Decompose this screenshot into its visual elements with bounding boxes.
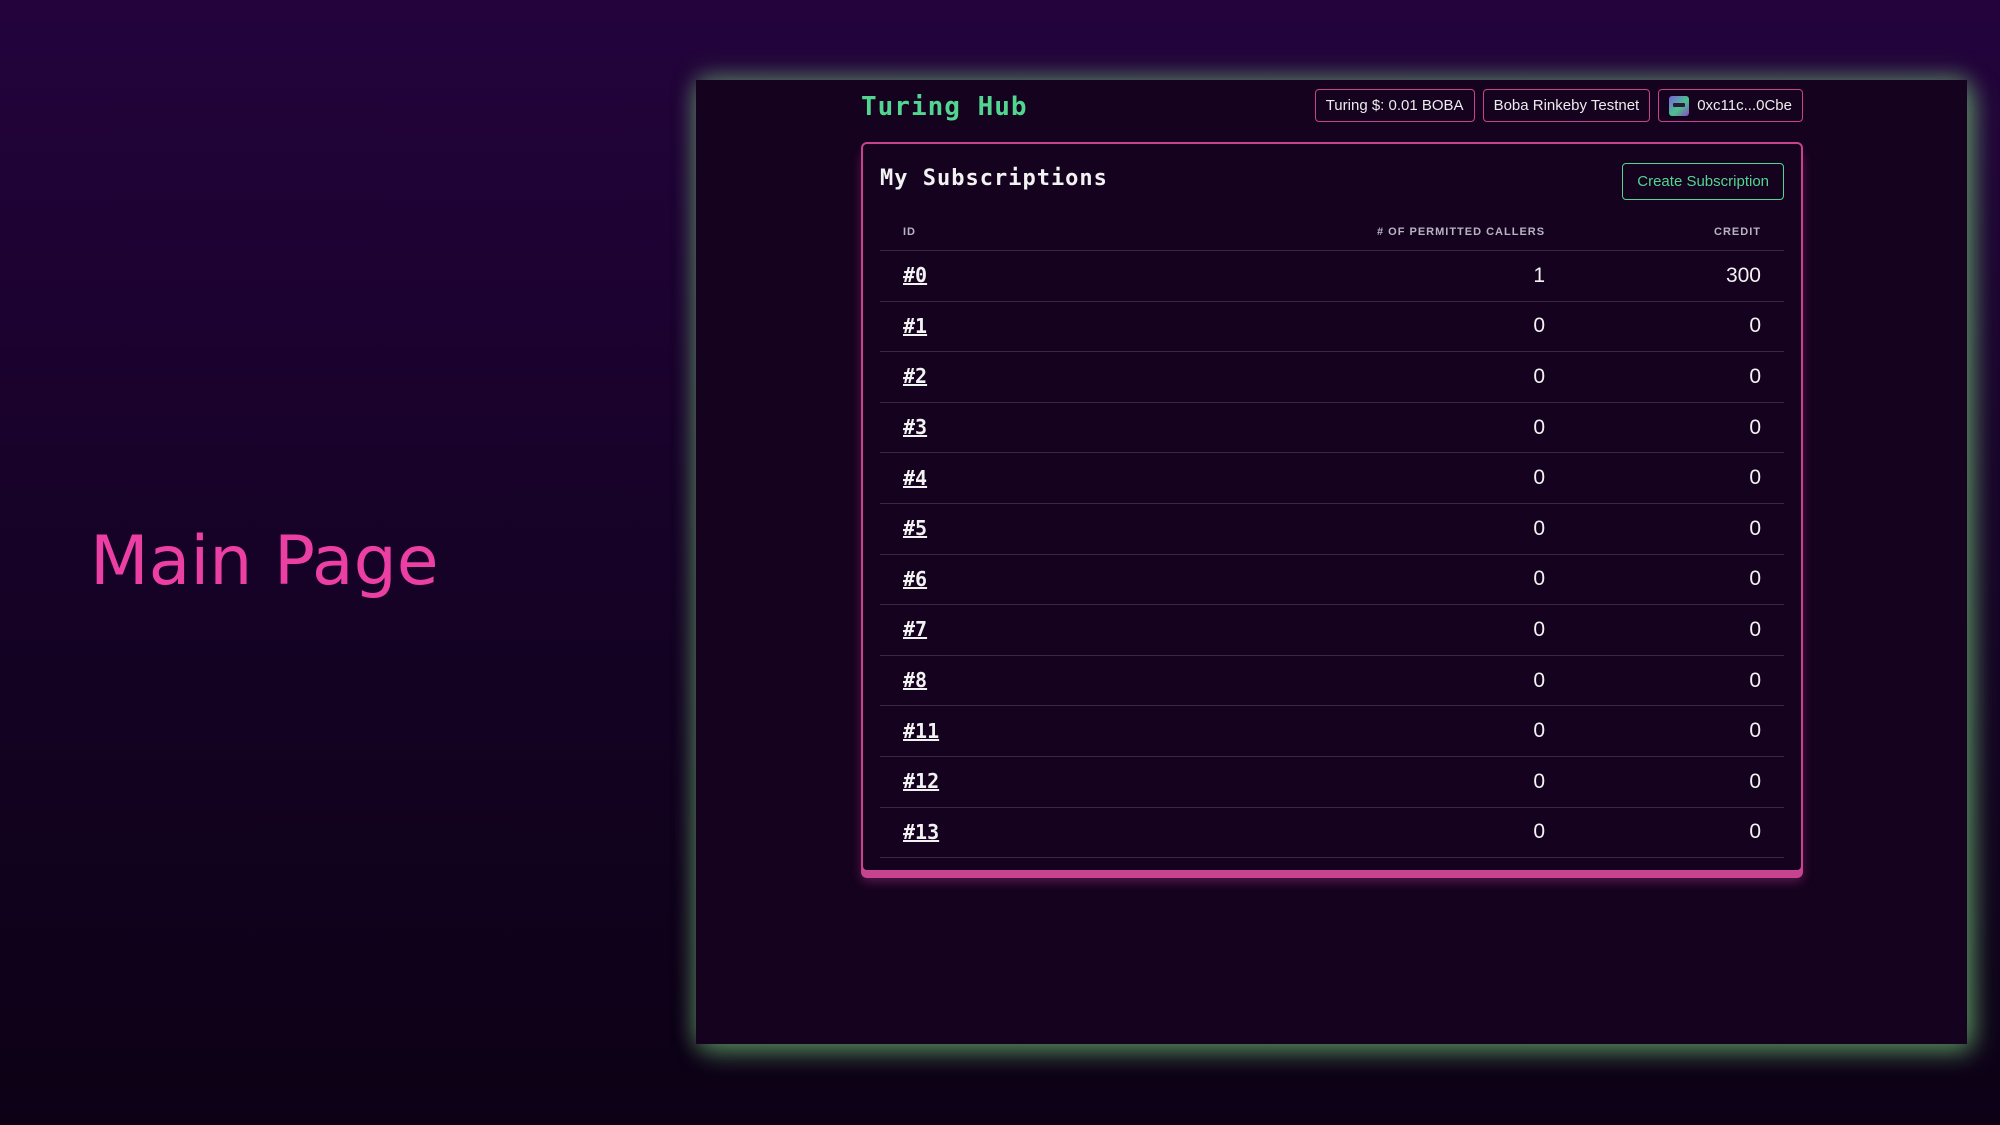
cell-permitted-callers: 0 — [1070, 351, 1569, 403]
table-row: #0 1 300 — [880, 250, 1784, 302]
cell-id: #1 — [880, 301, 1071, 353]
table-row: #1 0 0 — [880, 301, 1784, 353]
subscriptions-table: ID # OF PERMITTED CALLERS CREDIT #0 1 300 #… — [880, 214, 1784, 859]
table-row: #12 0 0 — [880, 756, 1784, 808]
cell-credit: 0 — [1568, 351, 1784, 403]
cell-credit: 0 — [1568, 655, 1784, 707]
cell-permitted-callers: 0 — [1070, 452, 1569, 504]
cell-id: #2 — [880, 351, 1071, 403]
cell-permitted-callers: 0 — [1070, 554, 1569, 606]
cell-credit: 300 — [1568, 250, 1784, 302]
slide-title: Main Page — [90, 522, 439, 601]
cell-permitted-callers: 0 — [1070, 807, 1569, 859]
cell-credit: 0 — [1568, 402, 1784, 454]
subscription-link[interactable]: #2 — [903, 364, 927, 388]
cell-permitted-callers: 1 — [1070, 250, 1569, 302]
table-row: #8 0 0 — [880, 655, 1784, 707]
subscription-link[interactable]: #11 — [903, 719, 939, 743]
top-bar: Turing Hub Turing $: 0.01 BOBA Boba Rink… — [861, 80, 1803, 136]
subscriptions-table-body: #0 1 300 #1 0 0 #2 0 0 #3 0 0 #4 0 0 #5 0 0 #6 0 0 #7 0 0 #8 0 0 #1… — [880, 250, 1784, 859]
cell-id: #8 — [880, 655, 1071, 707]
app-window: Turing Hub Turing $: 0.01 BOBA Boba Rink… — [696, 80, 1967, 1044]
avatar-icon — [1669, 95, 1690, 116]
subscriptions-table-wrap: ID # OF PERMITTED CALLERS CREDIT #0 1 300 #… — [880, 214, 1784, 859]
cell-id: #13 — [880, 807, 1071, 859]
cell-id: #12 — [880, 756, 1071, 808]
cell-permitted-callers: 0 — [1070, 503, 1569, 555]
subscription-link[interactable]: #7 — [903, 617, 927, 641]
account-button[interactable]: 0xc11c...0Cbe — [1658, 89, 1803, 122]
cell-permitted-callers: 0 — [1070, 756, 1569, 808]
cell-credit: 0 — [1568, 705, 1784, 757]
top-actions: Turing $: 0.01 BOBA Boba Rinkeby Testnet… — [1314, 89, 1803, 122]
table-row: #5 0 0 — [880, 503, 1784, 555]
table-row: #13 0 0 — [880, 807, 1784, 859]
subscriptions-card: My Subscriptions Create Subscription ID … — [861, 142, 1803, 872]
subscription-link[interactable]: #12 — [903, 769, 939, 793]
cell-credit: 0 — [1568, 301, 1784, 353]
subscription-link[interactable]: #1 — [903, 314, 927, 338]
cell-id: #0 — [880, 250, 1071, 302]
cell-id: #7 — [880, 604, 1071, 656]
table-row: #3 0 0 — [880, 402, 1784, 454]
cell-permitted-callers: 0 — [1070, 604, 1569, 656]
cell-credit: 0 — [1568, 807, 1784, 859]
cell-credit: 0 — [1568, 604, 1784, 656]
column-header-callers: # OF PERMITTED CALLERS — [1070, 214, 1569, 251]
cell-id: #5 — [880, 503, 1071, 555]
brand-logo[interactable]: Turing Hub — [861, 92, 1028, 122]
network-button[interactable]: Boba Rinkeby Testnet — [1482, 89, 1651, 122]
table-row: #6 0 0 — [880, 554, 1784, 606]
subscription-link[interactable]: #0 — [903, 263, 927, 287]
create-subscription-button[interactable]: Create Subscription — [1622, 163, 1784, 200]
column-header-id: ID — [880, 214, 1071, 251]
table-row: #7 0 0 — [880, 604, 1784, 656]
table-row: #11 0 0 — [880, 705, 1784, 757]
subscription-link[interactable]: #3 — [903, 415, 927, 439]
column-header-credit: CREDIT — [1568, 214, 1784, 251]
cell-permitted-callers: 0 — [1070, 402, 1569, 454]
subscriptions-title: My Subscriptions — [880, 166, 1108, 191]
subscription-link[interactable]: #4 — [903, 466, 927, 490]
balance-label: Turing $: 0.01 BOBA — [1325, 97, 1464, 114]
subscription-link[interactable]: #13 — [903, 820, 939, 844]
subscription-link[interactable]: #6 — [903, 567, 927, 591]
cell-credit: 0 — [1568, 503, 1784, 555]
cell-id: #6 — [880, 554, 1071, 606]
table-row: #4 0 0 — [880, 452, 1784, 504]
subscription-link[interactable]: #5 — [903, 516, 927, 540]
cell-id: #3 — [880, 402, 1071, 454]
cell-permitted-callers: 0 — [1070, 705, 1569, 757]
account-label: 0xc11c...0Cbe — [1697, 97, 1792, 114]
cell-permitted-callers: 0 — [1070, 301, 1569, 353]
subscription-link[interactable]: #8 — [903, 668, 927, 692]
table-header-row: ID # OF PERMITTED CALLERS CREDIT — [880, 214, 1784, 251]
cell-credit: 0 — [1568, 554, 1784, 606]
network-label: Boba Rinkeby Testnet — [1493, 97, 1640, 114]
cell-permitted-callers: 0 — [1070, 655, 1569, 707]
cell-credit: 0 — [1568, 452, 1784, 504]
table-row: #2 0 0 — [880, 351, 1784, 403]
cell-credit: 0 — [1568, 756, 1784, 808]
cell-id: #4 — [880, 452, 1071, 504]
balance-badge[interactable]: Turing $: 0.01 BOBA — [1314, 89, 1475, 122]
cell-id: #11 — [880, 705, 1071, 757]
